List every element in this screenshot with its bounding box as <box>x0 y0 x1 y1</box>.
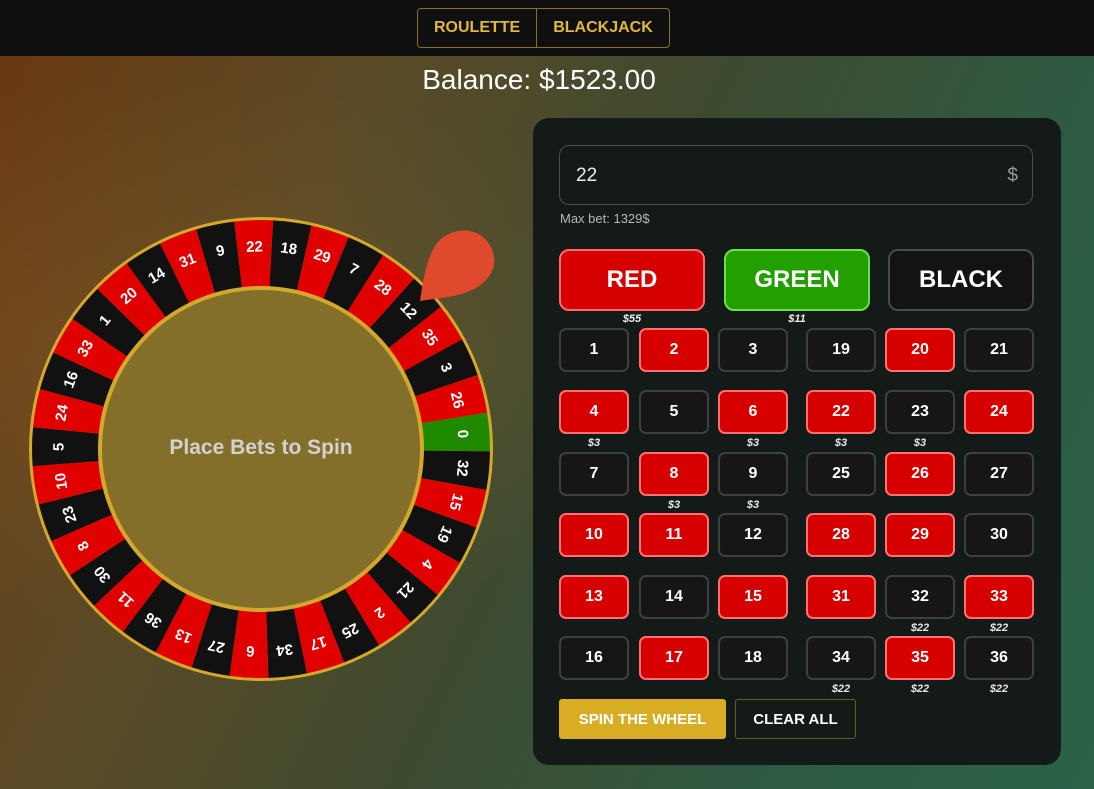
number-cell-7[interactable]: 7 <box>559 452 629 496</box>
game-tabs: ROULETTE BLACKJACK <box>417 8 670 48</box>
number-cell-27[interactable]: 27 <box>964 452 1034 496</box>
wheel-number-34: 34 <box>275 640 294 659</box>
number-bet-6: $3 <box>746 437 760 449</box>
number-cell-1[interactable]: 1 <box>559 328 629 372</box>
number-bet-35: $22 <box>910 683 930 695</box>
number-bet-9: $3 <box>746 499 760 511</box>
number-cell-11[interactable]: 11 <box>639 513 709 557</box>
wheel-number-22: 22 <box>246 238 263 256</box>
number-cell-16[interactable]: 16 <box>559 636 629 680</box>
bet-green-button[interactable]: GREEN <box>724 249 870 311</box>
number-cell-28[interactable]: 28 <box>806 513 876 557</box>
red-bet-amount: $55 <box>622 313 642 325</box>
number-bet-22: $3 <box>834 437 848 449</box>
number-cell-17[interactable]: 17 <box>639 636 709 680</box>
roulette-wheel: 0 32 15 19 4 21 2 25 17 34 6 27 13 36 11 30 8 23 10 5 24 16 33… <box>26 214 496 684</box>
number-cell-19[interactable]: 19 <box>806 328 876 372</box>
max-bet-text: Max bet: 1329$ <box>560 211 650 226</box>
currency-symbol: $ <box>1007 165 1018 186</box>
number-cell-33[interactable]: 33 <box>964 575 1034 619</box>
number-cell-35[interactable]: 35 <box>885 636 955 680</box>
wheel-center-text: Place Bets to Spin <box>169 436 353 459</box>
bet-amount-field[interactable]: 22 $ <box>559 145 1033 205</box>
number-cell-21[interactable]: 21 <box>964 328 1034 372</box>
number-cell-3[interactable]: 3 <box>718 328 788 372</box>
number-cell-30[interactable]: 30 <box>964 513 1034 557</box>
number-cell-8[interactable]: 8 <box>639 452 709 496</box>
number-bet-4: $3 <box>587 437 601 449</box>
number-bet-32: $22 <box>910 622 930 634</box>
number-cell-10[interactable]: 10 <box>559 513 629 557</box>
number-cell-36[interactable]: 36 <box>964 636 1034 680</box>
number-cell-24[interactable]: 24 <box>964 390 1034 434</box>
wheel-number-6: 6 <box>246 642 255 659</box>
number-bet-33: $22 <box>989 622 1009 634</box>
number-cell-4[interactable]: 4 <box>559 390 629 434</box>
number-cell-6[interactable]: 6 <box>718 390 788 434</box>
number-bet-34: $22 <box>831 683 851 695</box>
green-bet-amount: $11 <box>788 313 806 325</box>
wheel-number-32: 32 <box>453 459 472 477</box>
bet-red-button[interactable]: RED <box>559 249 705 311</box>
number-cell-12[interactable]: 12 <box>718 513 788 557</box>
spin-button[interactable]: SPIN THE WHEEL <box>559 699 726 739</box>
number-cell-32[interactable]: 32 <box>885 575 955 619</box>
number-cell-15[interactable]: 15 <box>718 575 788 619</box>
number-cell-34[interactable]: 34 <box>806 636 876 680</box>
number-cell-31[interactable]: 31 <box>806 575 876 619</box>
number-cell-23[interactable]: 23 <box>885 390 955 434</box>
number-cell-14[interactable]: 14 <box>639 575 709 619</box>
number-cell-25[interactable]: 25 <box>806 452 876 496</box>
number-bet-23: $3 <box>913 437 927 449</box>
number-cell-5[interactable]: 5 <box>639 390 709 434</box>
number-cell-29[interactable]: 29 <box>885 513 955 557</box>
tab-blackjack[interactable]: BLACKJACK <box>536 9 669 47</box>
number-cell-26[interactable]: 26 <box>885 452 955 496</box>
number-cell-20[interactable]: 20 <box>885 328 955 372</box>
top-bar: ROULETTE BLACKJACK <box>0 0 1094 56</box>
number-cell-9[interactable]: 9 <box>718 452 788 496</box>
bet-black-button[interactable]: BLACK <box>888 249 1034 311</box>
wheel-number-18: 18 <box>279 239 298 258</box>
clear-all-button[interactable]: CLEAR ALL <box>735 699 856 739</box>
balance-display: Balance: $1523.00 <box>422 64 656 95</box>
number-cell-2[interactable]: 2 <box>639 328 709 372</box>
number-bet-36: $22 <box>989 683 1009 695</box>
wheel-pointer <box>420 230 495 301</box>
number-cell-22[interactable]: 22 <box>806 390 876 434</box>
wheel-number-10: 10 <box>52 471 71 490</box>
number-cell-13[interactable]: 13 <box>559 575 629 619</box>
number-bet-8: $3 <box>667 499 681 511</box>
betting-panel: 22 $ Max bet: 1329$ RED GREEN BLACK $55 … <box>533 118 1061 765</box>
bet-amount-value[interactable]: 22 <box>576 165 597 187</box>
number-cell-18[interactable]: 18 <box>718 636 788 680</box>
tab-roulette[interactable]: ROULETTE <box>418 9 536 47</box>
